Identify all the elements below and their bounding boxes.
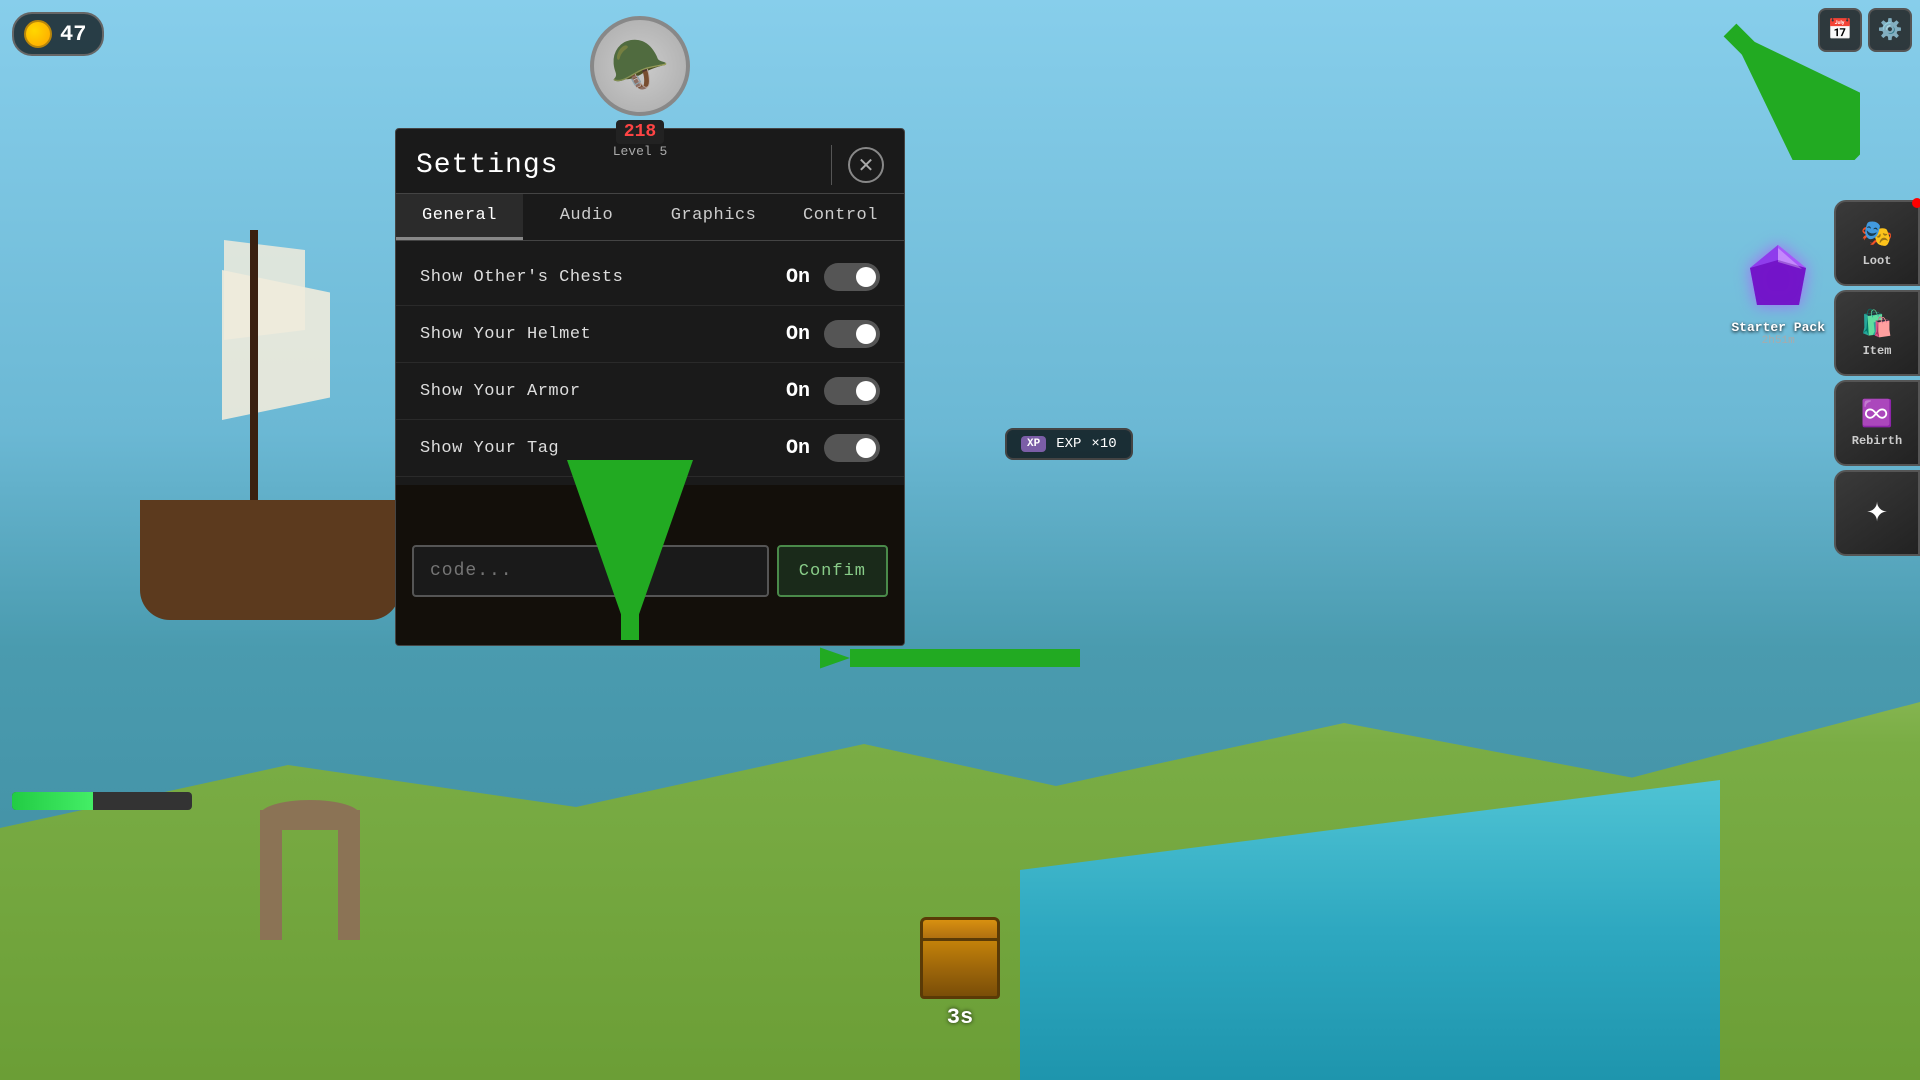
ship-hull xyxy=(140,500,400,620)
setting-value-armor: On xyxy=(786,380,810,403)
calendar-button[interactable]: 📅 xyxy=(1818,8,1862,52)
calendar-icon: 📅 xyxy=(1828,17,1853,43)
level-number: 218 xyxy=(616,120,664,144)
loot-notification-dot xyxy=(1912,198,1920,208)
coin-icon xyxy=(24,20,52,48)
exp-label: EXP xyxy=(1056,436,1081,452)
setting-value-tag: On xyxy=(786,437,810,460)
tab-control[interactable]: Control xyxy=(777,194,904,240)
exp-multiplier: ×10 xyxy=(1091,436,1116,452)
setting-row-others-chests: Show Other's Chests On xyxy=(396,249,904,306)
setting-label-armor: Show Your Armor xyxy=(420,382,786,401)
toggle-knob-helmet xyxy=(856,324,876,344)
starter-pack-timer: 2h51m xyxy=(1731,335,1825,347)
setting-label-tag: Show Your Tag xyxy=(420,439,786,458)
chest-lid xyxy=(920,917,1000,941)
toggle-knob-tag xyxy=(856,438,876,458)
rebirth-button[interactable]: ♾️ Rebirth xyxy=(1834,380,1920,466)
ship-sail-main xyxy=(210,270,330,420)
toggle-helmet[interactable] xyxy=(824,320,880,348)
setting-value-others-chests: On xyxy=(786,266,810,289)
gear-icon: ⚙️ xyxy=(1878,17,1903,43)
setting-value-helmet: On xyxy=(786,323,810,346)
bottom-chest[interactable]: 3s xyxy=(920,934,1000,1030)
item-icon: 🛍️ xyxy=(1861,309,1893,340)
tab-graphics[interactable]: Graphics xyxy=(650,194,777,240)
item-button[interactable]: 🛍️ Item xyxy=(1834,290,1920,376)
loot-icon: 🎭 xyxy=(1861,219,1893,250)
loot-label: Loot xyxy=(1863,254,1892,268)
hud-top-right: 📅 ⚙️ xyxy=(1818,8,1912,52)
setting-label-helmet: Show Your Helmet xyxy=(420,325,786,344)
arch-ruins xyxy=(260,800,360,940)
chest-icon xyxy=(920,934,1000,999)
confirm-button[interactable]: Confim xyxy=(777,545,888,597)
health-fill xyxy=(12,792,93,810)
toggle-knob-others-chests xyxy=(856,267,876,287)
coin-count: 47 xyxy=(60,22,86,47)
ship xyxy=(120,220,420,620)
settings-modal: Settings ✕ General Audio Graphics Contro… xyxy=(395,128,905,646)
toggle-knob-armor xyxy=(856,381,876,401)
tab-audio[interactable]: Audio xyxy=(523,194,650,240)
starter-pack[interactable]: Starter Pack 2h51m xyxy=(1731,240,1825,347)
xp-badge: XP xyxy=(1021,436,1046,452)
code-section: Confim xyxy=(396,485,904,645)
avatar: 🪖 xyxy=(590,16,690,116)
toggle-armor[interactable] xyxy=(824,377,880,405)
character-avatar-area: 🪖 218 Level 5 xyxy=(590,16,690,159)
ship-mast xyxy=(250,230,258,510)
rebirth-label: Rebirth xyxy=(1852,434,1902,448)
settings-tabs: General Audio Graphics Control xyxy=(396,194,904,241)
setting-row-helmet: Show Your Helmet On xyxy=(396,306,904,363)
starter-pack-label: Starter Pack xyxy=(1731,320,1825,335)
level-label: Level 5 xyxy=(590,144,690,159)
exp-bar: XP EXP ×10 xyxy=(1005,428,1133,460)
setting-row-tag: Show Your Tag On xyxy=(396,420,904,477)
modal-close-button[interactable]: ✕ xyxy=(848,147,884,183)
loot-button[interactable]: 🎭 Loot xyxy=(1834,200,1920,286)
item-label: Item xyxy=(1863,344,1892,358)
right-sidebar: 🎭 Loot 🛍️ Item ♾️ Rebirth ✦ xyxy=(1834,200,1920,556)
code-input-row: Confim xyxy=(412,545,888,597)
star-icon: ✦ xyxy=(1866,498,1888,529)
toggle-tag[interactable] xyxy=(824,434,880,462)
tab-general[interactable]: General xyxy=(396,194,523,240)
settings-content: Show Other's Chests On Show Your Helmet … xyxy=(396,241,904,485)
setting-label-others-chests: Show Other's Chests xyxy=(420,268,786,287)
code-input[interactable] xyxy=(412,545,769,597)
health-bar xyxy=(12,792,192,810)
chest-timer: 3s xyxy=(920,1005,1000,1030)
unknown-button[interactable]: ✦ xyxy=(1834,470,1920,556)
setting-row-armor: Show Your Armor On xyxy=(396,363,904,420)
settings-button[interactable]: ⚙️ xyxy=(1868,8,1912,52)
rebirth-icon: ♾️ xyxy=(1861,399,1893,430)
header-divider xyxy=(831,145,832,185)
coins-display: 47 xyxy=(12,12,104,56)
gem-icon xyxy=(1744,240,1812,315)
toggle-others-chests[interactable] xyxy=(824,263,880,291)
